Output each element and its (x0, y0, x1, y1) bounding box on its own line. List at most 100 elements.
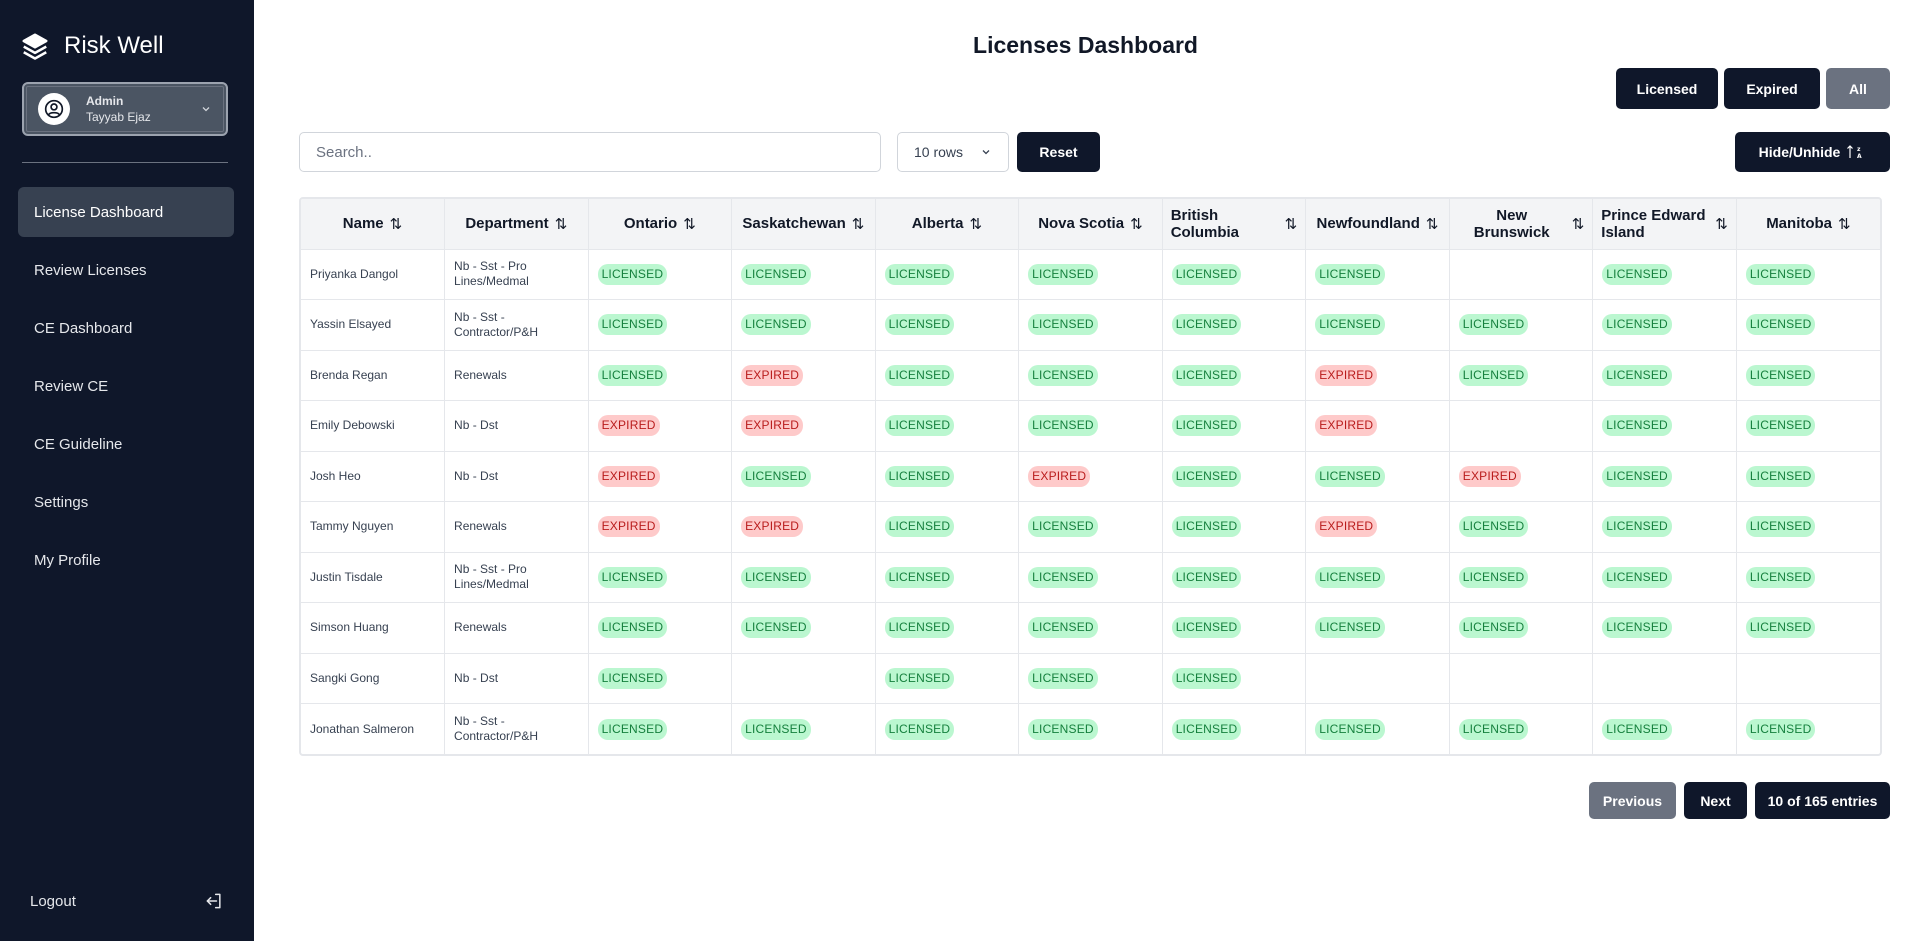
license-status-cell: LICENSED (1018, 400, 1163, 452)
nav-item-review-licenses[interactable]: Review Licenses (18, 245, 234, 295)
sort-icon: ⇅ (1571, 215, 1585, 233)
license-status-cell: LICENSED (875, 602, 1020, 654)
column-header-label: Saskatchewan (742, 215, 846, 233)
status-badge: LICENSED (1315, 566, 1385, 588)
column-header[interactable]: Alberta ⇅ (875, 199, 1020, 250)
status-badge: LICENSED (1171, 364, 1242, 386)
hide-unhide-button[interactable]: Hide/Unhide z A (1735, 132, 1890, 172)
license-status-cell: EXPIRED (731, 400, 876, 452)
column-header[interactable]: Ontario ⇅ (588, 199, 733, 250)
filter-all-button[interactable]: All (1826, 68, 1890, 109)
nav-item-settings[interactable]: Settings (18, 477, 234, 527)
column-header[interactable]: Manitoba ⇅ (1736, 199, 1880, 250)
column-header-label: Ontario (623, 215, 678, 233)
svg-text:A: A (1857, 153, 1862, 160)
license-status-cell: LICENSED (1162, 552, 1307, 603)
status-badge: LICENSED (1602, 718, 1672, 740)
avatar (38, 93, 70, 125)
license-status-cell: LICENSED (1592, 249, 1737, 300)
nav-item-review-ce[interactable]: Review CE (18, 361, 234, 411)
logout-button[interactable]: Logout (30, 891, 224, 911)
nav-item-ce-dashboard[interactable]: CE Dashboard (18, 303, 234, 353)
status-badge: LICENSED (1028, 314, 1098, 336)
status-badge: LICENSED (1171, 667, 1242, 689)
nav-item-license-dashboard[interactable]: License Dashboard (18, 187, 234, 237)
table-toolbar: 10 rows Reset Hide/Unhide z A (299, 132, 1890, 172)
nav-item-my-profile[interactable]: My Profile (18, 535, 234, 585)
license-status-cell: LICENSED (1736, 350, 1880, 401)
next-page-button[interactable]: Next (1684, 782, 1747, 819)
license-status-cell: LICENSED (1162, 602, 1307, 654)
status-badge: LICENSED (1745, 415, 1816, 437)
chevron-down-icon (202, 107, 210, 112)
user-menu[interactable]: Admin Tayyab Ejaz (22, 82, 228, 136)
license-status-cell: LICENSED (1162, 350, 1307, 401)
license-status-cell: EXPIRED (731, 501, 876, 553)
status-badge: LICENSED (1315, 314, 1385, 336)
status-badge: EXPIRED (1315, 415, 1378, 437)
license-status-cell: LICENSED (1736, 602, 1880, 654)
license-status-cell: EXPIRED (1305, 400, 1450, 452)
nav-item-label: CE Guideline (34, 435, 123, 453)
license-status-cell: EXPIRED (588, 501, 733, 553)
column-header[interactable]: Department ⇅ (444, 199, 589, 250)
license-status-cell: LICENSED (875, 653, 1020, 704)
status-badge: LICENSED (884, 465, 955, 487)
status-filter-group: Licensed Expired All (1616, 68, 1890, 109)
license-status-cell: LICENSED (1592, 400, 1737, 452)
status-badge: LICENSED (597, 617, 668, 639)
table-row: Priyanka Dangol Nb - Sst - Pro Lines/Medm… (301, 249, 1880, 300)
column-header[interactable]: Saskatchewan ⇅ (731, 199, 876, 250)
column-header-label: Name (342, 215, 384, 233)
sort-icon: ⇅ (554, 215, 568, 233)
previous-page-button[interactable]: Previous (1589, 782, 1676, 819)
reset-button[interactable]: Reset (1017, 132, 1100, 172)
sort-alpha-icon: z A (1847, 145, 1862, 160)
name-cell: Tammy Nguyen (301, 501, 446, 553)
column-header-label: Nova Scotia (1038, 215, 1125, 233)
sort-icon: ⇅ (1425, 215, 1439, 233)
license-status-cell: LICENSED (1305, 552, 1450, 603)
nav-item-ce-guideline[interactable]: CE Guideline (18, 419, 234, 469)
license-status-cell: LICENSED (1449, 602, 1594, 654)
status-badge: LICENSED (1602, 415, 1672, 437)
status-badge: LICENSED (884, 314, 955, 336)
license-status-cell: LICENSED (1305, 249, 1450, 300)
license-status-cell: LICENSED (875, 703, 1020, 754)
column-header[interactable]: Prince Edward Island ⇅ (1592, 199, 1737, 250)
department-cell: Nb - Dst (444, 400, 589, 452)
nav-item-label: Settings (34, 493, 89, 511)
status-badge: LICENSED (597, 364, 668, 386)
status-badge: LICENSED (1028, 415, 1098, 437)
search-input[interactable] (299, 132, 881, 172)
department-cell: Renewals (444, 501, 589, 553)
filter-licensed-button[interactable]: Licensed (1616, 68, 1718, 109)
status-badge: EXPIRED (1028, 465, 1091, 487)
column-header[interactable]: New Brunswick ⇅ (1449, 199, 1594, 250)
license-status-cell (1305, 653, 1450, 704)
department-cell: Nb - Sst - Contractor/P&H (444, 299, 589, 351)
status-badge: LICENSED (1458, 617, 1529, 639)
rows-per-page-select[interactable]: 10 rows (897, 132, 1009, 172)
column-header[interactable]: Newfoundland ⇅ (1305, 199, 1450, 250)
status-badge: EXPIRED (1458, 465, 1521, 487)
license-status-cell (1449, 249, 1594, 300)
department-cell: Nb - Dst (444, 653, 589, 704)
column-header[interactable]: Nova Scotia ⇅ (1018, 199, 1163, 250)
user-icon (44, 99, 64, 119)
column-header[interactable]: British Columbia ⇅ (1162, 199, 1307, 250)
department-cell: Nb - Dst (444, 451, 589, 502)
status-badge: LICENSED (741, 718, 811, 740)
column-header[interactable]: Name ⇅ (301, 199, 446, 250)
table-row: Simson Huang Renewals LICENSED LICENSED LICE… (301, 602, 1880, 654)
status-badge: LICENSED (1602, 263, 1672, 285)
status-badge: LICENSED (884, 516, 955, 538)
license-status-cell: LICENSED (1162, 501, 1307, 553)
license-status-cell: EXPIRED (588, 400, 733, 452)
status-badge: LICENSED (884, 718, 955, 740)
license-status-cell: LICENSED (875, 552, 1020, 603)
license-status-cell: LICENSED (1736, 249, 1880, 300)
table-row: Jonathan Salmeron Nb - Sst - Contractor/P… (301, 703, 1880, 754)
table-body: Priyanka Dangol Nb - Sst - Pro Lines/Medm… (301, 249, 1880, 754)
filter-expired-button[interactable]: Expired (1724, 68, 1820, 109)
